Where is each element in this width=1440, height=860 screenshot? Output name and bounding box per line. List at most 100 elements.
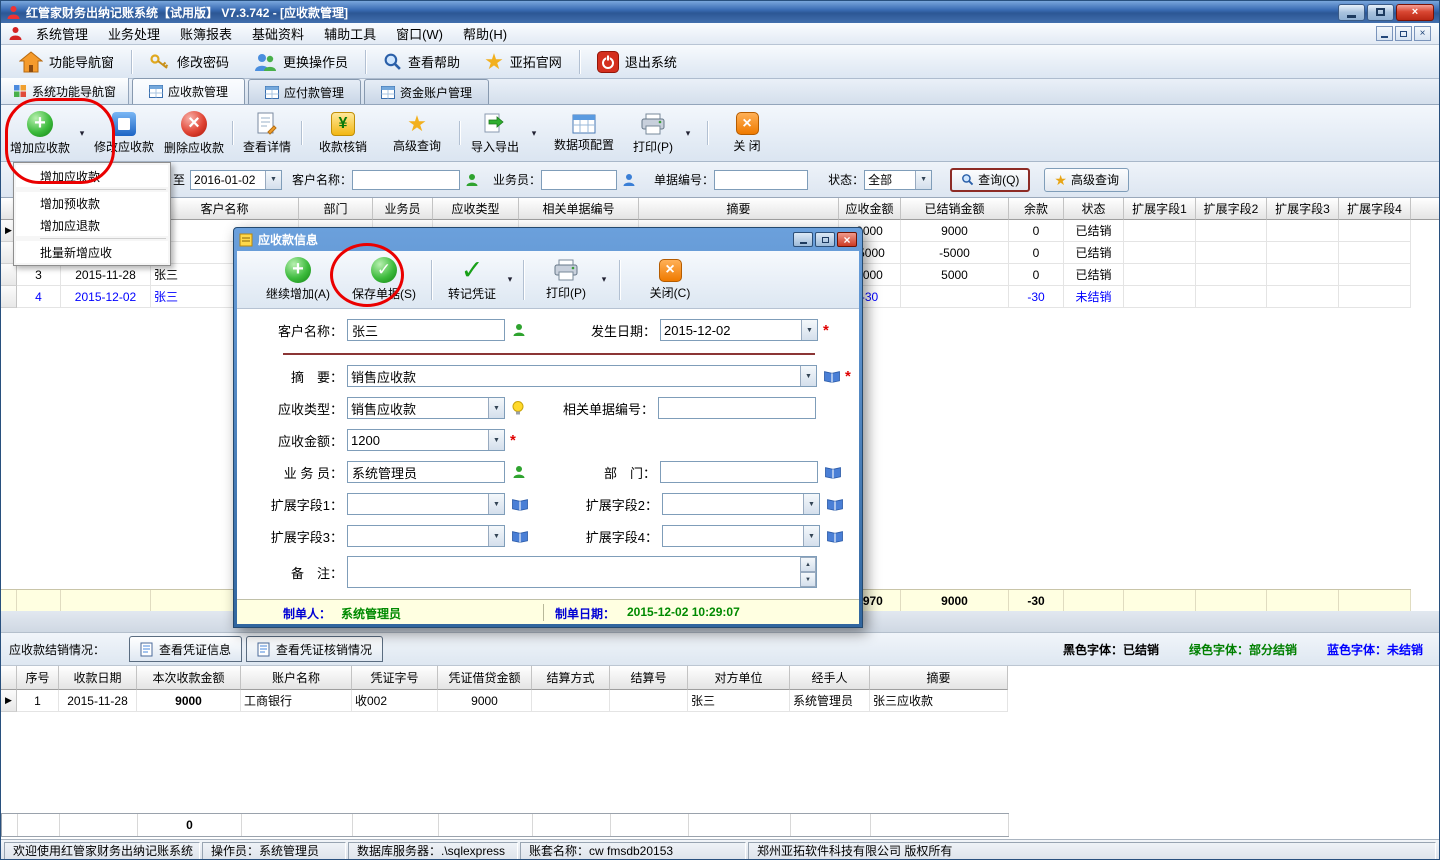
menu-business[interactable]: 业务处理 xyxy=(98,22,170,45)
table-row[interactable]: ▶12015-11-289000工商银行收0029000张三系统管理员张三应收款 xyxy=(1,690,1009,712)
column-header[interactable]: 扩展字段2 xyxy=(1196,198,1267,220)
column-header[interactable]: 结算方式 xyxy=(532,666,610,690)
import-export-button[interactable]: 导入导出 xyxy=(463,107,527,159)
column-header[interactable]: 业务员 xyxy=(373,198,433,220)
writeoff-button[interactable]: ¥ 收款核销 xyxy=(311,107,375,159)
column-header[interactable]: 序号 xyxy=(17,666,59,690)
dialog-close-button[interactable]: × xyxy=(837,232,857,247)
remark-scrollbar[interactable]: ▲ ▼ xyxy=(800,557,816,587)
amount-combo[interactable]: 1200 ▼ xyxy=(347,429,505,451)
add-menu-item[interactable]: 增加应退款 xyxy=(16,214,168,236)
book-lookup-icon[interactable] xyxy=(827,498,843,511)
tab-receivables[interactable]: 应收款管理 xyxy=(132,78,245,104)
tab-payables[interactable]: 应付款管理 xyxy=(248,79,361,104)
ext4-combo[interactable]: ▼ xyxy=(662,525,820,547)
chevron-down-icon[interactable]: ▼ xyxy=(265,171,281,189)
print-button[interactable]: 打印(P) xyxy=(625,107,681,159)
mdi-restore-button[interactable] xyxy=(1395,26,1412,41)
view-detail-button[interactable]: 查看详情 xyxy=(236,107,298,159)
post-voucher-dropdown-arrow[interactable]: ▾ xyxy=(503,254,517,306)
column-header[interactable]: 扩展字段4 xyxy=(1339,198,1411,220)
nav-window-button[interactable]: 功能导航窗 xyxy=(9,48,124,76)
menu-reports[interactable]: 账簿报表 xyxy=(170,22,242,45)
column-header[interactable]: 摘要 xyxy=(639,198,839,220)
person-lookup-icon[interactable] xyxy=(512,323,526,337)
change-password-button[interactable]: 修改密码 xyxy=(139,48,239,76)
dialog-close-toolbar-button[interactable]: × 关闭(C) xyxy=(639,254,701,306)
person-lookup-icon[interactable] xyxy=(465,173,479,187)
ext3-combo[interactable]: ▼ xyxy=(347,525,505,547)
save-document-button[interactable]: 保存单据(S) xyxy=(347,254,421,306)
doc-no-filter-input[interactable] xyxy=(714,170,808,190)
salesman-filter-input[interactable] xyxy=(541,170,617,190)
summary-combo[interactable]: 销售应收款 ▼ xyxy=(347,365,817,387)
column-header[interactable]: 应收类型 xyxy=(433,198,519,220)
column-header[interactable]: 账户名称 xyxy=(241,666,352,690)
column-header[interactable]: 余款 xyxy=(1009,198,1064,220)
column-header[interactable]: 结算号 xyxy=(610,666,688,690)
post-voucher-button[interactable]: ✓ 转记凭证 xyxy=(441,254,503,306)
customer-name-field[interactable] xyxy=(347,319,505,341)
dialog-maximize-button[interactable] xyxy=(815,232,835,247)
chevron-down-icon[interactable]: ▼ xyxy=(488,526,504,546)
column-header[interactable]: 经手人 xyxy=(790,666,870,690)
print-dropdown-arrow[interactable]: ▾ xyxy=(681,107,695,159)
occur-date-combo[interactable]: 2015-12-02 ▼ xyxy=(660,319,818,341)
chevron-down-icon[interactable]: ▼ xyxy=(800,572,816,587)
column-header[interactable]: 本次收款金额 xyxy=(137,666,241,690)
mdi-minimize-button[interactable] xyxy=(1376,26,1393,41)
column-header[interactable] xyxy=(1,666,17,690)
mdi-close-button[interactable]: × xyxy=(1414,26,1431,41)
chevron-down-icon[interactable]: ▼ xyxy=(803,494,819,514)
minimize-button[interactable] xyxy=(1338,4,1365,21)
add-menu-item[interactable]: 增加应收款 xyxy=(16,165,168,187)
book-lookup-icon[interactable] xyxy=(512,498,528,511)
edit-receivable-button[interactable]: 修改应收款 xyxy=(89,107,159,159)
dialog-print-dropdown-arrow[interactable]: ▾ xyxy=(597,254,611,306)
menu-basedata[interactable]: 基础资料 xyxy=(242,22,314,45)
remark-field[interactable] xyxy=(347,556,817,588)
continue-add-button[interactable]: 继续增加(A) xyxy=(261,254,335,306)
chevron-down-icon[interactable]: ▼ xyxy=(488,430,504,450)
view-help-button[interactable]: 查看帮助 xyxy=(373,48,470,76)
column-header[interactable]: 扩展字段1 xyxy=(1124,198,1196,220)
query-button[interactable]: 查询(Q) xyxy=(950,168,1030,192)
add-menu-item[interactable]: 批量新增应收 xyxy=(16,241,168,263)
close-tab-button[interactable]: × 关 闭 xyxy=(719,107,775,159)
column-header[interactable]: 部门 xyxy=(299,198,373,220)
column-header[interactable]: 状态 xyxy=(1064,198,1124,220)
status-combo[interactable]: 全部 ▼ xyxy=(864,170,932,190)
menu-help[interactable]: 帮助(H) xyxy=(453,22,517,45)
chevron-down-icon[interactable]: ▼ xyxy=(488,494,504,514)
advanced-search-button[interactable]: ★ 高级查询 xyxy=(385,107,449,159)
chevron-up-icon[interactable]: ▲ xyxy=(800,557,816,572)
menu-window[interactable]: 窗口(W) xyxy=(386,22,453,45)
advanced-query-button[interactable]: ★ 高级查询 xyxy=(1044,168,1129,192)
menu-system[interactable]: 系统管理 xyxy=(26,22,98,45)
chevron-down-icon[interactable]: ▼ xyxy=(915,171,931,189)
dialog-print-button[interactable]: 打印(P) xyxy=(535,254,597,306)
exit-system-button[interactable]: 退出系统 xyxy=(587,48,687,76)
add-receivable-dropdown-arrow[interactable]: ▾ xyxy=(75,107,89,159)
person-lookup-icon[interactable] xyxy=(622,173,636,187)
chevron-down-icon[interactable]: ▼ xyxy=(803,526,819,546)
end-date-combo[interactable]: 2016-01-02 ▼ xyxy=(190,170,282,190)
receivable-type-combo[interactable]: 销售应收款 ▼ xyxy=(347,397,505,419)
vendor-site-button[interactable]: ★ 亚拓官网 xyxy=(474,48,572,76)
column-header[interactable]: 摘要 xyxy=(870,666,1008,690)
window-titlebar[interactable]: 红管家财务出纳记账系统【试用版】 V7.3.742 - [应收款管理] × xyxy=(1,1,1439,23)
book-lookup-icon[interactable] xyxy=(512,530,528,543)
system-nav-panel-button[interactable]: 系统功能导航窗 xyxy=(1,78,129,104)
view-writeoff-status-button[interactable]: 查看凭证核销情况 xyxy=(246,636,383,662)
salesman-field[interactable] xyxy=(347,461,505,483)
book-lookup-icon[interactable] xyxy=(824,370,840,383)
book-lookup-icon[interactable] xyxy=(825,466,841,479)
column-header[interactable]: 凭证借贷金额 xyxy=(438,666,532,690)
close-button[interactable]: × xyxy=(1396,4,1434,21)
add-menu-item[interactable]: 增加预收款 xyxy=(16,192,168,214)
data-config-button[interactable]: 数据项配置 xyxy=(549,107,619,159)
maximize-button[interactable] xyxy=(1367,4,1394,21)
column-header[interactable]: 对方单位 xyxy=(688,666,790,690)
dialog-titlebar[interactable]: 应收款信息 × xyxy=(237,228,859,251)
ext1-combo[interactable]: ▼ xyxy=(347,493,505,515)
